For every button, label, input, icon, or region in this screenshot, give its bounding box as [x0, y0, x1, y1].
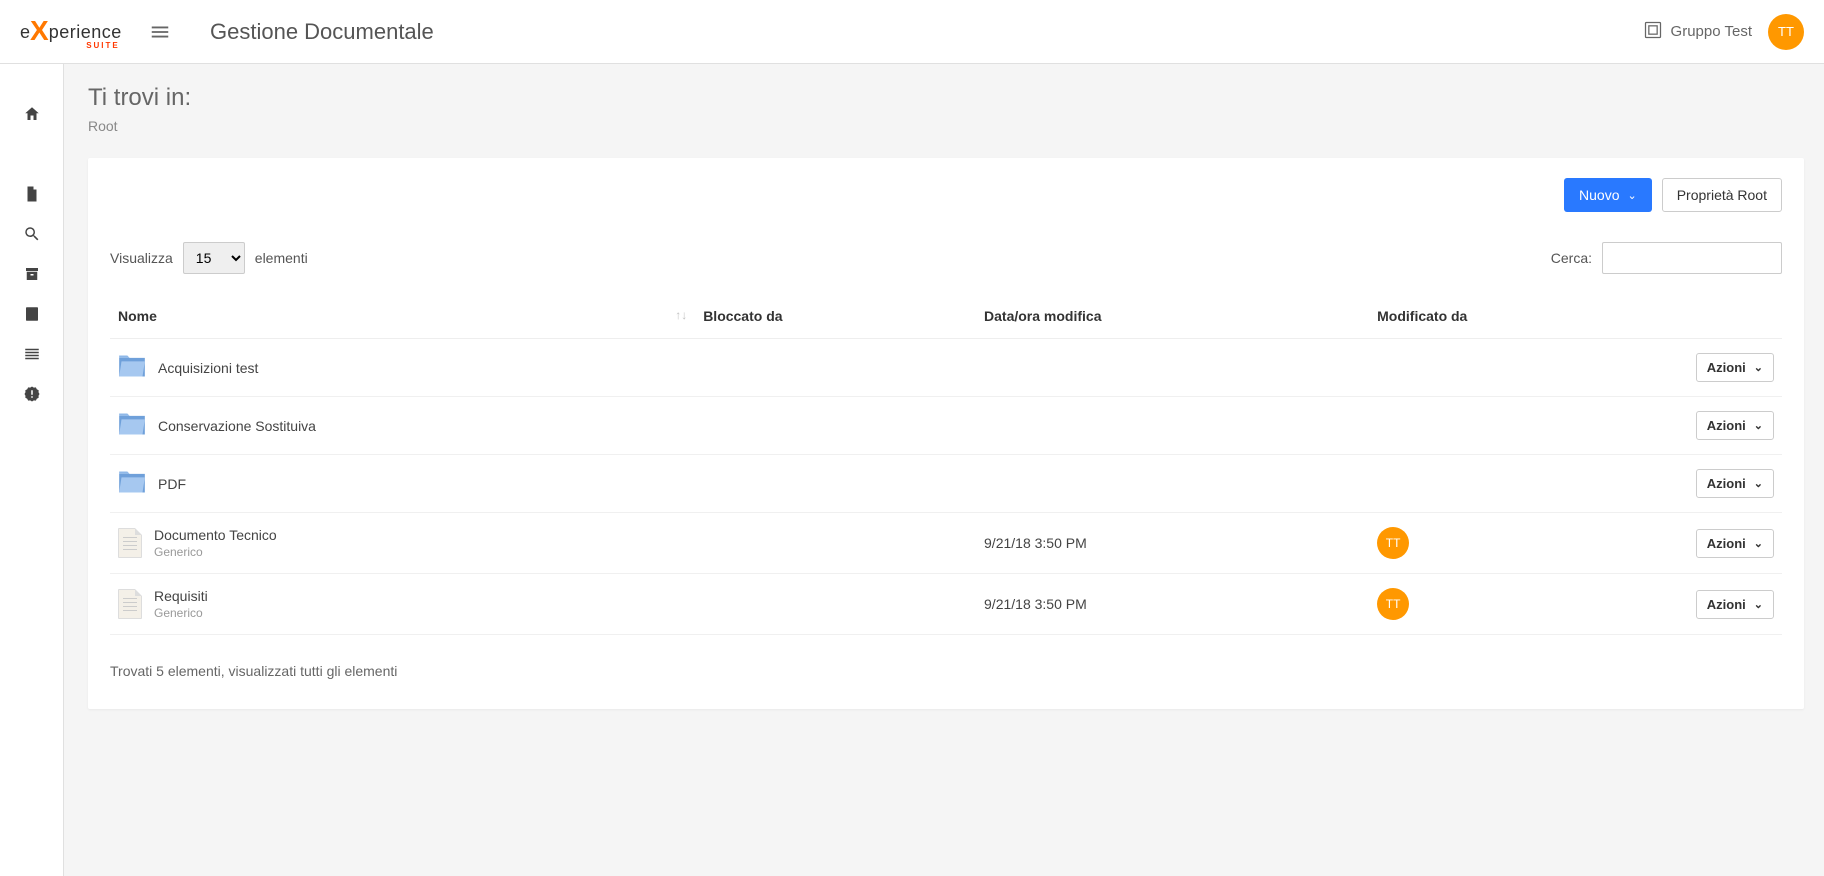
cell-modified-by	[1369, 455, 1682, 513]
app-header: eXperience SUITE Gestione Documentale Gr…	[0, 0, 1824, 64]
item-name[interactable]: Requisiti	[154, 588, 208, 604]
cell-locked-by	[695, 513, 976, 574]
row-actions-button[interactable]: Azioni⌄	[1696, 590, 1774, 619]
chevron-down-icon: ⌄	[1754, 419, 1763, 432]
content-card: Nuovo ⌄ Proprietà Root Visualizza 101525…	[88, 158, 1804, 709]
cell-modified-by: TT	[1369, 574, 1682, 635]
sidebar	[0, 64, 64, 876]
breadcrumb-label: Ti trovi in:	[88, 84, 1804, 112]
page-size-suffix: elementi	[255, 250, 308, 266]
sort-icon: ↑↓	[675, 308, 687, 322]
row-actions-button[interactable]: Azioni⌄	[1696, 411, 1774, 440]
table-footer-summary: Trovati 5 elementi, visualizzati tutti g…	[110, 663, 1782, 679]
search-label: Cerca:	[1551, 250, 1592, 266]
modifier-avatar[interactable]: TT	[1377, 527, 1409, 559]
folder-icon	[118, 354, 146, 381]
document-icon	[23, 185, 41, 203]
cell-modified-by	[1369, 339, 1682, 397]
search-icon	[23, 225, 41, 243]
cell-modified-at: 9/21/18 3:50 PM	[976, 574, 1369, 635]
item-name[interactable]: Conservazione Sostituiva	[158, 418, 316, 434]
group-label: Gruppo Test	[1671, 23, 1752, 40]
chevron-down-icon: ⌄	[1754, 598, 1763, 611]
home-icon	[23, 105, 41, 123]
cell-locked-by	[695, 339, 976, 397]
book-icon	[23, 305, 41, 323]
cell-modified-at: 9/21/18 3:50 PM	[976, 513, 1369, 574]
document-icon	[118, 528, 142, 558]
page-size-select[interactable]: 10152550100	[183, 242, 245, 274]
document-icon	[118, 589, 142, 619]
col-header-locked[interactable]: Bloccato da	[695, 294, 976, 339]
archive-icon	[23, 265, 41, 283]
sidebar-item-book[interactable]	[0, 294, 64, 334]
chevron-down-icon: ⌄	[1628, 189, 1637, 202]
chevron-down-icon: ⌄	[1754, 537, 1763, 550]
new-button-label: Nuovo	[1579, 187, 1619, 203]
sidebar-item-documents[interactable]	[0, 174, 64, 214]
app-title: Gestione Documentale	[210, 19, 434, 45]
table-row: Conservazione Sostituiva Azioni⌄	[110, 397, 1782, 455]
item-name[interactable]: Acquisizioni test	[158, 360, 258, 376]
sidebar-item-alert[interactable]	[0, 374, 64, 414]
menu-toggle-button[interactable]	[130, 21, 190, 43]
cell-modified-by	[1369, 397, 1682, 455]
breadcrumb: Ti trovi in: Root	[88, 84, 1804, 134]
chevron-down-icon: ⌄	[1754, 361, 1763, 374]
list-icon	[23, 345, 41, 363]
properties-button[interactable]: Proprietà Root	[1662, 178, 1782, 212]
alert-badge-icon	[23, 385, 41, 403]
sidebar-item-home[interactable]	[0, 94, 64, 134]
hamburger-icon	[149, 21, 171, 43]
col-header-modified-by[interactable]: Modificato da	[1369, 294, 1682, 339]
sidebar-item-list[interactable]	[0, 334, 64, 374]
table-row: Documento Tecnico Generico 9/21/18 3:50 PM…	[110, 513, 1782, 574]
cell-locked-by	[695, 397, 976, 455]
breadcrumb-path: Root	[88, 118, 1804, 134]
table-row: PDF Azioni⌄	[110, 455, 1782, 513]
folder-icon	[118, 412, 146, 439]
group-icon	[1643, 20, 1663, 44]
brand-logo[interactable]: eXperience SUITE	[20, 13, 130, 50]
cell-modified-at	[976, 339, 1369, 397]
main-content: Ti trovi in: Root Nuovo ⌄ Proprietà Root…	[64, 64, 1824, 876]
item-name[interactable]: Documento Tecnico	[154, 527, 277, 543]
item-subtype: Generico	[154, 606, 208, 620]
modifier-avatar[interactable]: TT	[1377, 588, 1409, 620]
cell-modified-by: TT	[1369, 513, 1682, 574]
chevron-down-icon: ⌄	[1754, 477, 1763, 490]
user-avatar[interactable]: TT	[1768, 14, 1804, 50]
properties-button-label: Proprietà Root	[1677, 187, 1767, 203]
cell-locked-by	[695, 455, 976, 513]
col-header-modified-at[interactable]: Data/ora modifica	[976, 294, 1369, 339]
page-size-prefix: Visualizza	[110, 250, 173, 266]
cell-modified-at	[976, 455, 1369, 513]
row-actions-button[interactable]: Azioni⌄	[1696, 353, 1774, 382]
sidebar-item-archive[interactable]	[0, 254, 64, 294]
item-subtype: Generico	[154, 545, 277, 559]
cell-locked-by	[695, 574, 976, 635]
table-row: Requisiti Generico 9/21/18 3:50 PMTT Azioni…	[110, 574, 1782, 635]
item-name[interactable]: PDF	[158, 476, 186, 492]
search-input[interactable]	[1602, 242, 1782, 274]
new-button[interactable]: Nuovo ⌄	[1564, 178, 1652, 212]
document-table: Nome ↑↓ Bloccato da Data/ora modifica Mo…	[110, 294, 1782, 635]
sidebar-item-search[interactable]	[0, 214, 64, 254]
folder-icon	[118, 470, 146, 497]
col-header-name[interactable]: Nome ↑↓	[110, 294, 695, 339]
row-actions-button[interactable]: Azioni⌄	[1696, 529, 1774, 558]
cell-modified-at	[976, 397, 1369, 455]
group-selector[interactable]: Gruppo Test	[1643, 20, 1752, 44]
row-actions-button[interactable]: Azioni⌄	[1696, 469, 1774, 498]
table-row: Acquisizioni test Azioni⌄	[110, 339, 1782, 397]
